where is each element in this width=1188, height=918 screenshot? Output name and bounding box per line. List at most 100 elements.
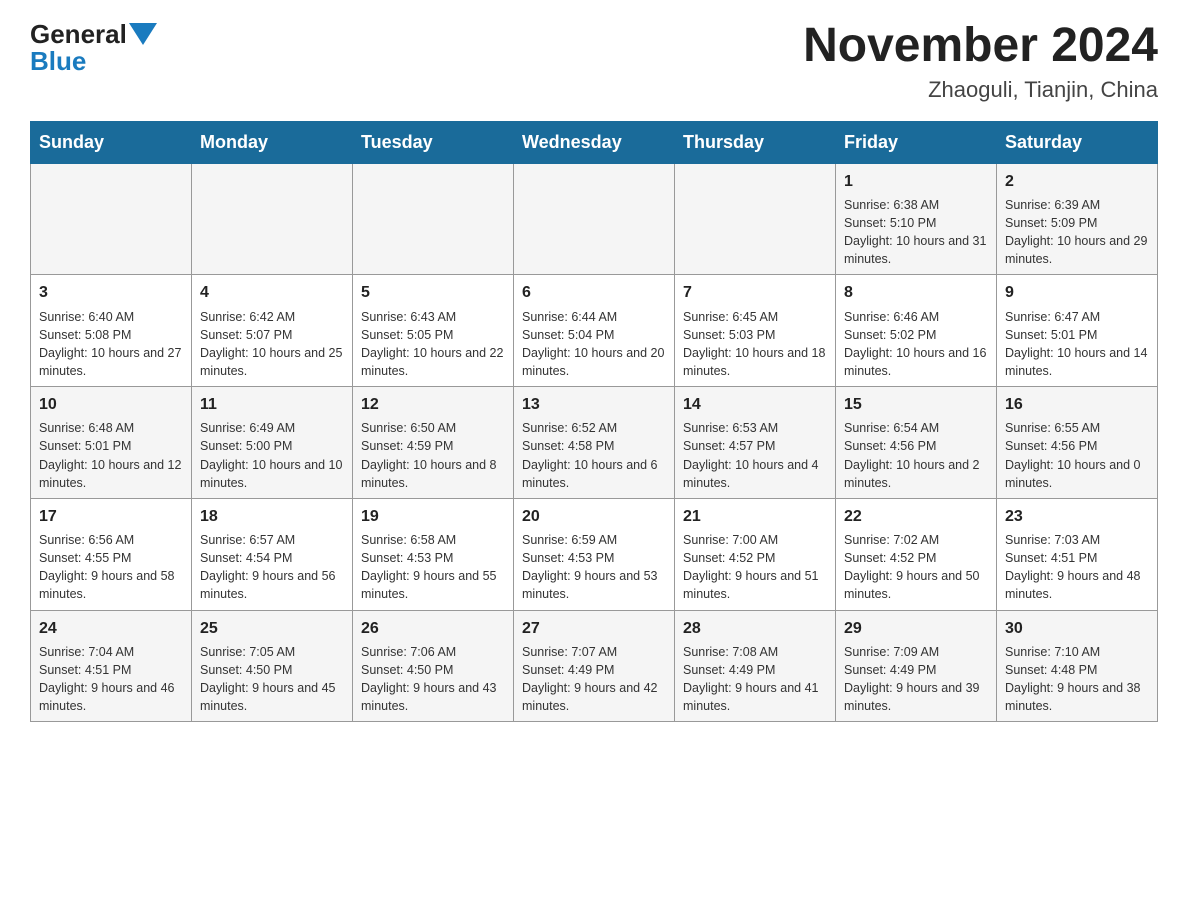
calendar-table: SundayMondayTuesdayWednesdayThursdayFrid… [30,121,1158,722]
day-info: Sunrise: 6:48 AM Sunset: 5:01 PM Dayligh… [39,419,183,492]
page-header: General Blue November 2024 Zhaoguli, Tia… [30,20,1158,103]
day-info: Sunrise: 6:56 AM Sunset: 4:55 PM Dayligh… [39,531,183,604]
calendar-cell: 3Sunrise: 6:40 AM Sunset: 5:08 PM Daylig… [31,275,192,387]
calendar-cell: 5 Sunrise: 6:43 AM Sunset: 5:05 PM Daylig… [353,275,514,387]
day-info: Sunrise: 6:55 AM Sunset: 4:56 PM Dayligh… [1005,419,1149,492]
calendar-header-row: SundayMondayTuesdayWednesdayThursdayFrid… [31,121,1158,163]
calendar-cell: 22 Sunrise: 7:02 AM Sunset: 4:52 PM Dayli… [836,498,997,610]
day-info: Sunrise: 6:43 AM Sunset: 5:05 PM Dayligh… [361,308,505,381]
day-info: Sunrise: 6:38 AM Sunset: 5:10 PM Dayligh… [844,196,988,269]
calendar-cell: 13 Sunrise: 6:52 AM Sunset: 4:58 PM Dayli… [514,387,675,499]
day-info: Sunrise: 7:08 AM Sunset: 4:49 PM Dayligh… [683,643,827,716]
day-info: Sunrise: 6:59 AM Sunset: 4:53 PM Dayligh… [522,531,666,604]
day-number: 1 [844,170,988,193]
logo-text-blue: Blue [30,47,157,76]
calendar-week-row: 1 Sunrise: 6:38 AM Sunset: 5:10 PM Daylig… [31,163,1158,275]
day-number: 29 [844,617,988,640]
calendar-cell: 2 Sunrise: 6:39 AM Sunset: 5:09 PM Daylig… [997,163,1158,275]
day-info: Sunrise: 6:45 AM Sunset: 5:03 PM Dayligh… [683,308,827,381]
day-number: 27 [522,617,666,640]
calendar-cell: 9 Sunrise: 6:47 AM Sunset: 5:01 PM Daylig… [997,275,1158,387]
day-info: Sunrise: 6:47 AM Sunset: 5:01 PM Dayligh… [1005,308,1149,381]
calendar-cell [31,163,192,275]
calendar-week-row: 24 Sunrise: 7:04 AM Sunset: 4:51 PM Dayli… [31,610,1158,722]
calendar-header-thursday: Thursday [675,121,836,163]
calendar-week-row: 3Sunrise: 6:40 AM Sunset: 5:08 PM Daylig… [31,275,1158,387]
calendar-cell: 16 Sunrise: 6:55 AM Sunset: 4:56 PM Dayli… [997,387,1158,499]
day-number: 20 [522,505,666,528]
day-info: Sunrise: 7:04 AM Sunset: 4:51 PM Dayligh… [39,643,183,716]
day-number: 22 [844,505,988,528]
title-area: November 2024 Zhaoguli, Tianjin, China [803,20,1158,103]
day-number: 2 [1005,170,1149,193]
calendar-header-tuesday: Tuesday [353,121,514,163]
day-info: Sunrise: 6:49 AM Sunset: 5:00 PM Dayligh… [200,419,344,492]
calendar-cell: 27Sunrise: 7:07 AM Sunset: 4:49 PM Dayli… [514,610,675,722]
calendar-cell: 6Sunrise: 6:44 AM Sunset: 5:04 PM Daylig… [514,275,675,387]
logo: General Blue [30,20,157,75]
calendar-week-row: 10Sunrise: 6:48 AM Sunset: 5:01 PM Dayli… [31,387,1158,499]
day-info: Sunrise: 7:02 AM Sunset: 4:52 PM Dayligh… [844,531,988,604]
calendar-cell: 14 Sunrise: 6:53 AM Sunset: 4:57 PM Dayli… [675,387,836,499]
calendar-cell: 24 Sunrise: 7:04 AM Sunset: 4:51 PM Dayli… [31,610,192,722]
day-number: 19 [361,505,505,528]
calendar-header-wednesday: Wednesday [514,121,675,163]
day-number: 28 [683,617,827,640]
calendar-cell [514,163,675,275]
calendar-header-sunday: Sunday [31,121,192,163]
day-info: Sunrise: 6:50 AM Sunset: 4:59 PM Dayligh… [361,419,505,492]
day-number: 30 [1005,617,1149,640]
day-number: 23 [1005,505,1149,528]
calendar-cell: 11 Sunrise: 6:49 AM Sunset: 5:00 PM Dayli… [192,387,353,499]
calendar-cell: 17 Sunrise: 6:56 AM Sunset: 4:55 PM Dayli… [31,498,192,610]
day-number: 24 [39,617,183,640]
day-number: 21 [683,505,827,528]
day-info: Sunrise: 6:53 AM Sunset: 4:57 PM Dayligh… [683,419,827,492]
day-info: Sunrise: 6:58 AM Sunset: 4:53 PM Dayligh… [361,531,505,604]
day-info: Sunrise: 6:42 AM Sunset: 5:07 PM Dayligh… [200,308,344,381]
day-info: Sunrise: 6:57 AM Sunset: 4:54 PM Dayligh… [200,531,344,604]
day-number: 14 [683,393,827,416]
calendar-cell: 20 Sunrise: 6:59 AM Sunset: 4:53 PM Dayli… [514,498,675,610]
calendar-header-monday: Monday [192,121,353,163]
calendar-cell [353,163,514,275]
calendar-cell: 23 Sunrise: 7:03 AM Sunset: 4:51 PM Dayli… [997,498,1158,610]
day-number: 13 [522,393,666,416]
day-info: Sunrise: 7:05 AM Sunset: 4:50 PM Dayligh… [200,643,344,716]
calendar-week-row: 17 Sunrise: 6:56 AM Sunset: 4:55 PM Dayli… [31,498,1158,610]
day-number: 11 [200,393,344,416]
day-info: Sunrise: 6:39 AM Sunset: 5:09 PM Dayligh… [1005,196,1149,269]
logo-arrow-icon [129,23,157,45]
calendar-cell: 21Sunrise: 7:00 AM Sunset: 4:52 PM Dayli… [675,498,836,610]
logo-text-general: General [30,20,127,49]
calendar-header-friday: Friday [836,121,997,163]
day-number: 16 [1005,393,1149,416]
calendar-cell: 28 Sunrise: 7:08 AM Sunset: 4:49 PM Dayli… [675,610,836,722]
day-number: 7 [683,281,827,304]
calendar-cell [675,163,836,275]
day-info: Sunrise: 7:06 AM Sunset: 4:50 PM Dayligh… [361,643,505,716]
location: Zhaoguli, Tianjin, China [803,77,1158,103]
calendar-header-saturday: Saturday [997,121,1158,163]
day-number: 17 [39,505,183,528]
calendar-cell: 29 Sunrise: 7:09 AM Sunset: 4:49 PM Dayli… [836,610,997,722]
calendar-cell: 12 Sunrise: 6:50 AM Sunset: 4:59 PM Dayli… [353,387,514,499]
day-number: 5 [361,281,505,304]
day-info: Sunrise: 6:52 AM Sunset: 4:58 PM Dayligh… [522,419,666,492]
day-number: 4 [200,281,344,304]
day-info: Sunrise: 7:09 AM Sunset: 4:49 PM Dayligh… [844,643,988,716]
day-number: 8 [844,281,988,304]
day-number: 15 [844,393,988,416]
day-info: Sunrise: 6:44 AM Sunset: 5:04 PM Dayligh… [522,308,666,381]
day-info: Sunrise: 6:46 AM Sunset: 5:02 PM Dayligh… [844,308,988,381]
calendar-cell: 30Sunrise: 7:10 AM Sunset: 4:48 PM Dayli… [997,610,1158,722]
calendar-cell: 10Sunrise: 6:48 AM Sunset: 5:01 PM Dayli… [31,387,192,499]
day-info: Sunrise: 6:40 AM Sunset: 5:08 PM Dayligh… [39,308,183,381]
calendar-cell: 1 Sunrise: 6:38 AM Sunset: 5:10 PM Daylig… [836,163,997,275]
day-number: 9 [1005,281,1149,304]
day-info: Sunrise: 7:03 AM Sunset: 4:51 PM Dayligh… [1005,531,1149,604]
day-number: 25 [200,617,344,640]
day-number: 26 [361,617,505,640]
calendar-cell [192,163,353,275]
day-number: 12 [361,393,505,416]
